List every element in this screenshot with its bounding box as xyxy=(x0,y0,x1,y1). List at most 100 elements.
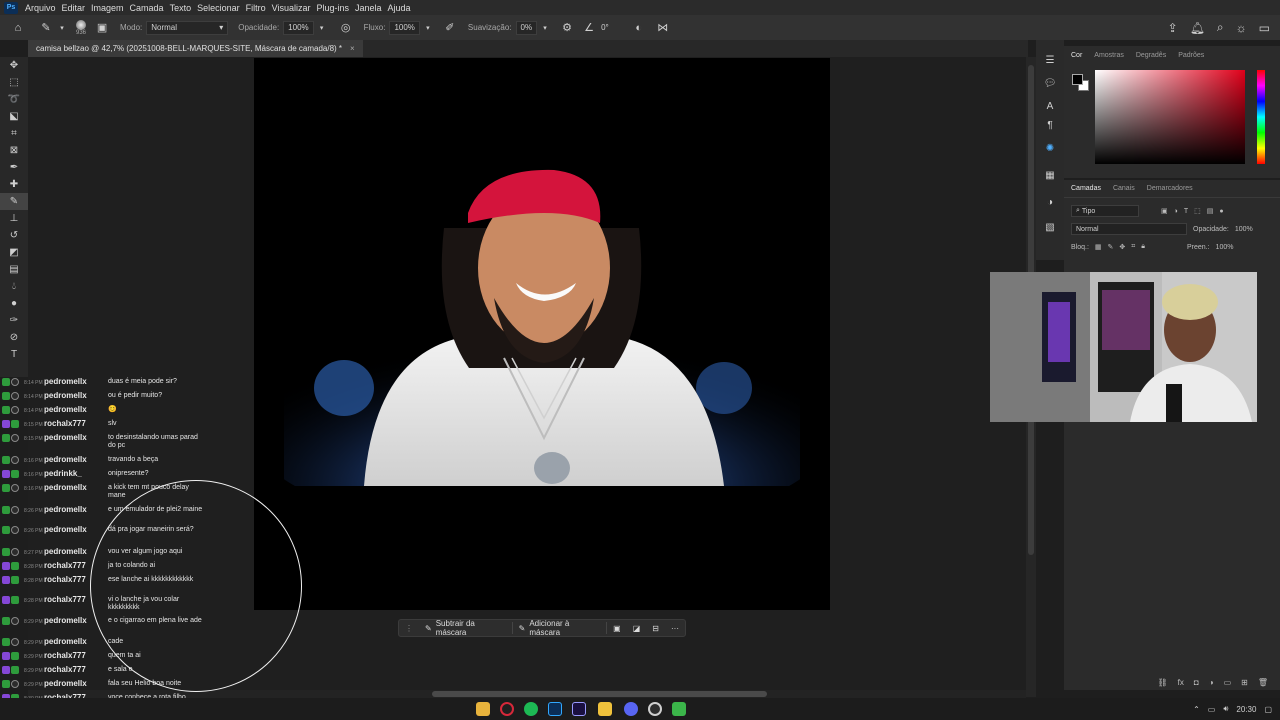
more-options-icon[interactable]: ··· xyxy=(665,620,685,636)
photoshop-taskbar-icon[interactable] xyxy=(548,702,562,716)
volume-icon[interactable]: 🔊︎ xyxy=(1223,704,1228,714)
lock-pixels-icon[interactable]: ▦ xyxy=(1095,243,1102,251)
spotify-icon[interactable] xyxy=(524,702,538,716)
add-to-mask-button[interactable]: ✎ Adicionar à máscara xyxy=(513,619,607,637)
drag-handle-icon[interactable]: ⋮ xyxy=(399,620,419,636)
chevron-down-icon[interactable]: ▾ xyxy=(314,20,330,36)
blur-tool-icon[interactable]: 💧︎ xyxy=(0,278,28,295)
lock-paint-icon[interactable]: ✎ xyxy=(1108,243,1114,251)
menu-plugins[interactable]: Plug-ins xyxy=(313,3,352,13)
menu-janela[interactable]: Janela xyxy=(352,3,385,13)
filter-adjust-icon[interactable]: ◑ xyxy=(1174,208,1178,215)
clock-time[interactable]: 20:30 xyxy=(1236,705,1256,714)
symmetry-icon[interactable]: ⋈ xyxy=(655,20,671,36)
new-layer-icon[interactable]: ⊞ xyxy=(1241,678,1248,687)
adjustments-icon[interactable]: ◑ xyxy=(1036,194,1064,211)
tab-degrades[interactable]: Degradês xyxy=(1136,52,1166,59)
angle-input[interactable]: 0° xyxy=(597,21,613,35)
libraries-icon[interactable]: ▦ xyxy=(1036,167,1064,184)
eyedropper-tool-icon[interactable]: ✒ xyxy=(0,159,28,176)
pressure-opacity-icon[interactable]: ◎ xyxy=(338,20,354,36)
gradient-tool-icon[interactable]: ▤ xyxy=(0,261,28,278)
blend-mode-select[interactable]: Normal xyxy=(1071,223,1187,235)
add-mask-icon[interactable]: ◘ xyxy=(1194,678,1199,687)
menu-visualizar[interactable]: Visualizar xyxy=(269,3,314,13)
network-icon[interactable]: ▭ xyxy=(1208,705,1216,714)
document-canvas[interactable] xyxy=(254,58,830,610)
brush-settings-icon[interactable]: ▣ xyxy=(94,20,110,36)
tab-amostras[interactable]: Amostras xyxy=(1094,52,1124,59)
notifications-icon[interactable]: ▢ xyxy=(1264,705,1272,714)
plugins-icon[interactable]: ✺ xyxy=(1036,140,1064,157)
after-effects-icon[interactable] xyxy=(572,702,586,716)
filter-pixel-icon[interactable]: ▣ xyxy=(1161,207,1168,215)
share-icon[interactable]: ⇪ xyxy=(1168,21,1178,35)
trash-icon[interactable]: 🗑︎ xyxy=(1258,678,1268,687)
opera-icon[interactable] xyxy=(500,702,514,716)
bell-icon[interactable]: 🔔︎ xyxy=(1190,21,1205,35)
file-explorer-icon[interactable] xyxy=(476,702,490,716)
subtract-from-mask-button[interactable]: ✎ Subtrair da máscara xyxy=(419,619,512,637)
chevron-up-icon[interactable]: ⌃ xyxy=(1193,705,1200,714)
mask-options-icon[interactable]: ▣ xyxy=(607,620,627,636)
scroll-thumb[interactable] xyxy=(432,691,767,697)
brush-tool-icon[interactable]: ✎ xyxy=(0,193,28,210)
smoothing-input[interactable]: 0% xyxy=(515,20,538,35)
link-layers-icon[interactable]: ⛓ xyxy=(1158,678,1168,687)
fx-icon[interactable]: fx xyxy=(1178,678,1184,687)
filter-type-icon[interactable]: T xyxy=(1184,208,1188,215)
obs-icon[interactable] xyxy=(648,702,662,716)
stamp-tool-icon[interactable]: ⊥ xyxy=(0,210,28,227)
lasso-tool-icon[interactable]: ➰ xyxy=(0,91,28,108)
color-picker-field[interactable] xyxy=(1095,70,1245,164)
character-icon[interactable]: A xyxy=(1036,98,1064,115)
menu-texto[interactable]: Texto xyxy=(167,3,195,13)
filter-smart-icon[interactable]: ▤ xyxy=(1207,207,1214,215)
type-tool-icon[interactable]: T xyxy=(0,346,28,363)
tab-demarcadores[interactable]: Demarcadores xyxy=(1147,185,1193,192)
tab-canais[interactable]: Canais xyxy=(1113,185,1135,192)
hue-slider[interactable] xyxy=(1257,70,1265,164)
menu-filtro[interactable]: Filtro xyxy=(243,3,269,13)
search-icon[interactable]: ⌕ xyxy=(1217,20,1224,35)
marquee-tool-icon[interactable]: ⬚ xyxy=(0,74,28,91)
bulb-icon[interactable]: ☼ xyxy=(1236,21,1247,35)
fill-value[interactable]: 100% xyxy=(1216,244,1234,251)
frame-tool-icon[interactable]: ⊠ xyxy=(0,142,28,159)
pen-tool-icon[interactable]: ✑ xyxy=(0,312,28,329)
healing-tool-icon[interactable]: ✚ xyxy=(0,176,28,193)
menu-arquivo[interactable]: Arquivo xyxy=(22,3,59,13)
pressure-size-icon[interactable]: ◐ xyxy=(631,20,647,36)
lock-artboard-icon[interactable]: ⌗ xyxy=(1131,243,1135,251)
channels-icon[interactable]: ▧ xyxy=(1036,219,1064,236)
opacity-input[interactable]: 100% xyxy=(283,20,314,35)
document-tab[interactable]: camisa bellzao @ 42,7% (20251008-BELL-MA… xyxy=(28,40,363,57)
menu-editar[interactable]: Editar xyxy=(59,3,89,13)
lock-position-icon[interactable]: ✥ xyxy=(1119,243,1125,251)
workspace-icon[interactable]: ▭ xyxy=(1259,21,1270,35)
airbrush-icon[interactable]: ✐ xyxy=(442,20,458,36)
chevron-down-icon[interactable]: ▾ xyxy=(537,20,553,36)
properties-icon[interactable]: ☰ xyxy=(1036,52,1064,69)
chevron-down-icon[interactable]: ▾ xyxy=(54,20,70,36)
brush-preset-picker[interactable]: 936 xyxy=(76,19,86,36)
adjustment-layer-icon[interactable]: ◑ xyxy=(1209,678,1214,687)
menu-ajuda[interactable]: Ajuda xyxy=(385,3,414,13)
layer-filter-select[interactable]: ⌕ Tipo xyxy=(1071,205,1139,217)
filter-shape-icon[interactable]: ⬚ xyxy=(1194,207,1201,215)
paragraph-icon[interactable]: ¶ xyxy=(1036,117,1064,134)
move-tool-icon[interactable]: ✥ xyxy=(0,57,28,74)
object-select-tool-icon[interactable]: ⬕ xyxy=(0,108,28,125)
menu-imagem[interactable]: Imagem xyxy=(88,3,127,13)
gallery-icon[interactable] xyxy=(598,702,612,716)
chevron-down-icon[interactable]: ▾ xyxy=(420,20,436,36)
dodge-tool-icon[interactable]: ● xyxy=(0,295,28,312)
filter-toggle-icon[interactable]: ● xyxy=(1219,208,1223,215)
home-icon[interactable]: ⌂ xyxy=(10,20,26,36)
foreground-color-swatch[interactable] xyxy=(1072,74,1083,85)
mode-select[interactable]: Normal ▾ xyxy=(146,20,229,35)
tab-cor[interactable]: Cor xyxy=(1071,52,1082,59)
tab-camadas[interactable]: Camadas xyxy=(1071,185,1101,192)
menu-camada[interactable]: Camada xyxy=(127,3,167,13)
history-brush-icon[interactable]: ↺ xyxy=(0,227,28,244)
